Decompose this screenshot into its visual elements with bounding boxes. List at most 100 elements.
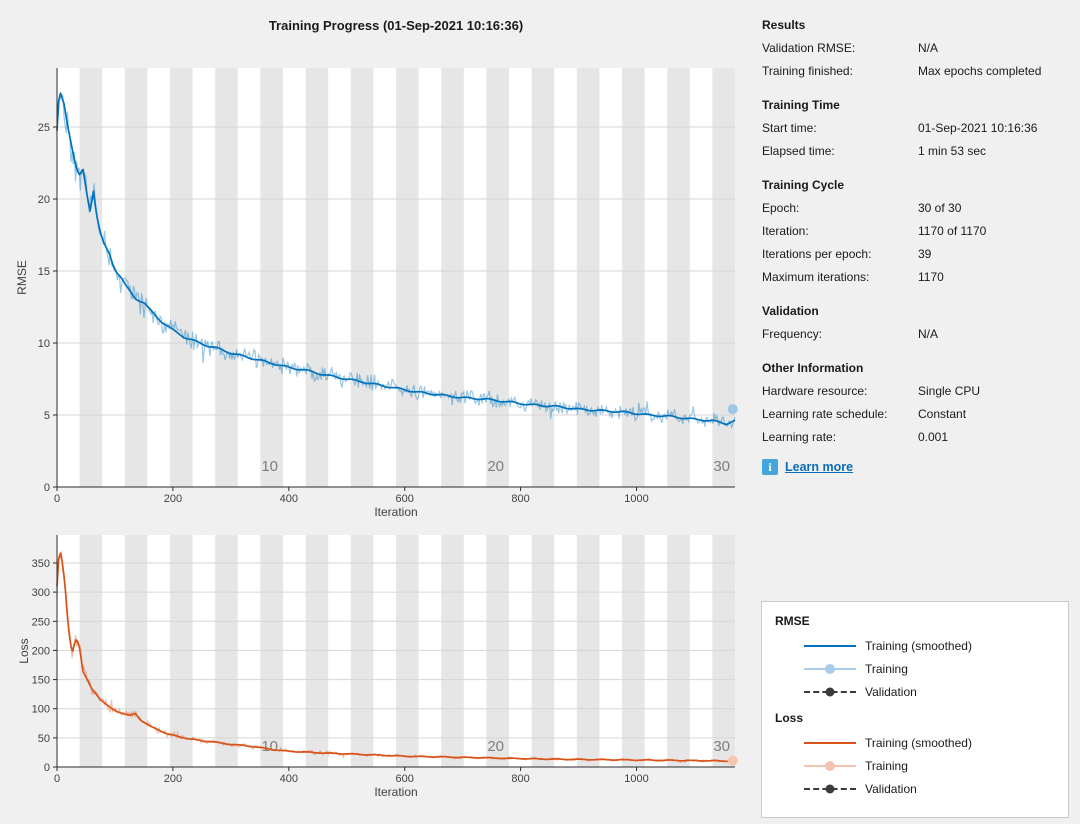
info-row: Iterations per epoch: 39 [762,243,1068,266]
section-header: Other Information [762,361,864,375]
dashed-marker-sample-icon [804,686,856,698]
line-sample-icon [804,737,856,749]
info-icon: i [762,459,778,475]
svg-text:20: 20 [487,458,504,475]
svg-text:800: 800 [511,773,529,785]
info-row-label: Frequency: [762,327,823,341]
legend-item-label: Validation [865,684,917,699]
figure-title: Training Progress (01-Sep-2021 10:16:36) [268,18,524,33]
legend-item-label: Validation [865,781,917,796]
info-row-label: Epoch: [762,201,800,215]
learn-more-link[interactable]: i Learn more [762,459,853,475]
x-axis-label: Iteration [374,505,417,519]
svg-text:100: 100 [32,704,50,716]
info-row-value: N/A [918,41,939,55]
info-row-label: Iterations per epoch: [762,247,872,261]
info-row-value: 1170 [918,270,944,284]
legend-item: Training [775,657,1068,680]
legend-item-label: Training [865,661,908,676]
info-row: Learning rate schedule: Constant [762,403,1068,426]
info-row-label: Learning rate schedule: [762,407,888,421]
epoch-bands [79,68,735,487]
info-row-value: N/A [918,327,939,341]
legend-item: Training [775,754,1068,777]
section-header: Training Time [762,98,840,112]
legend-item-label: Training (smoothed) [865,638,972,653]
legend-group-loss: Loss Training (smoothed) Training Valida… [775,711,1068,800]
info-row-value: Constant [918,407,967,421]
dashed-marker-sample-icon [804,783,856,795]
svg-text:25: 25 [38,122,50,134]
legend-item: Validation [775,680,1068,703]
svg-text:400: 400 [280,493,298,505]
svg-text:150: 150 [32,675,50,687]
section-header: Results [762,18,806,32]
line-marker-sample-icon [804,663,856,675]
info-row-label: Maximum iterations: [762,270,870,284]
svg-text:200: 200 [164,773,182,785]
line-marker-sample-icon [804,760,856,772]
legend-group-rmse: RMSE Training (smoothed) Training Valida… [775,614,1068,703]
legend-item: Validation [775,777,1068,800]
info-row-value: 30 of 30 [918,201,962,215]
svg-text:20: 20 [38,194,50,206]
legend-item-label: Training (smoothed) [865,735,972,750]
svg-text:0: 0 [44,762,50,774]
legend-item: Training (smoothed) [775,634,1068,657]
info-row-label: Elapsed time: [762,144,835,158]
svg-text:0: 0 [44,482,50,494]
info-row: Hardware resource: Single CPU [762,380,1068,403]
info-row: Training finished: Max epochs completed [762,60,1068,83]
training-info-panel: Results Validation RMSE: N/A Training fi… [762,14,1068,460]
svg-text:30: 30 [713,458,730,475]
section-validation: Validation Frequency: N/A [762,300,1068,346]
svg-text:800: 800 [511,493,529,505]
loss-iteration-chart: 10 20 300 200 400 600 800 100005010015020025030… [17,535,738,799]
svg-text:50: 50 [38,733,50,745]
svg-text:0: 0 [54,773,60,785]
svg-text:10: 10 [38,338,50,350]
info-row-label: Iteration: [762,224,809,238]
svg-text:300: 300 [32,587,50,599]
info-row-label: Training finished: [762,64,853,78]
svg-text:15: 15 [38,266,50,278]
svg-text:30: 30 [713,738,730,755]
svg-text:200: 200 [32,645,50,657]
info-row-value: 0.001 [918,430,949,444]
learn-more-label: Learn more [785,460,854,474]
info-row-value: 1 min 53 sec [918,144,987,158]
section-header: Validation [762,304,819,318]
info-row-value: 1170 of 1170 [918,224,987,238]
section-results: Results Validation RMSE: N/A Training fi… [762,14,1068,83]
svg-text:1000: 1000 [624,493,648,505]
info-row-value: 39 [918,247,932,261]
svg-text:20: 20 [487,738,504,755]
svg-text:1000: 1000 [624,773,648,785]
section-training-cycle: Training Cycle Epoch: 30 of 30 Iteration… [762,174,1068,289]
svg-text:10: 10 [261,458,278,475]
info-row: Elapsed time: 1 min 53 sec [762,140,1068,163]
section-header: Training Cycle [762,178,845,192]
info-row: Epoch: 30 of 30 [762,197,1068,220]
svg-text:0: 0 [54,493,60,505]
info-row-label: Start time: [762,121,817,135]
svg-text:350: 350 [32,558,50,570]
info-row-label: Validation RMSE: [762,41,856,55]
section-other-information: Other Information Hardware resource: Sin… [762,357,1068,449]
final-iteration-marker [727,404,738,415]
info-row-value: Max epochs completed [918,64,1042,78]
info-row-label: Hardware resource: [762,384,868,398]
svg-text:600: 600 [396,493,414,505]
svg-text:200: 200 [164,493,182,505]
svg-text:400: 400 [280,773,298,785]
final-iteration-marker [727,755,738,766]
info-row: Validation RMSE: N/A [762,37,1068,60]
section-training-time: Training Time Start time: 01-Sep-2021 10… [762,94,1068,163]
legend-group-title: Loss [775,711,804,725]
legend-item: Training (smoothed) [775,731,1068,754]
line-sample-icon [804,640,856,652]
info-row: Start time: 01-Sep-2021 10:16:36 [762,117,1068,140]
info-row-label: Learning rate: [762,430,837,444]
legend-group-title: RMSE [775,614,810,628]
info-row-value: 01-Sep-2021 10:16:36 [918,121,1038,135]
